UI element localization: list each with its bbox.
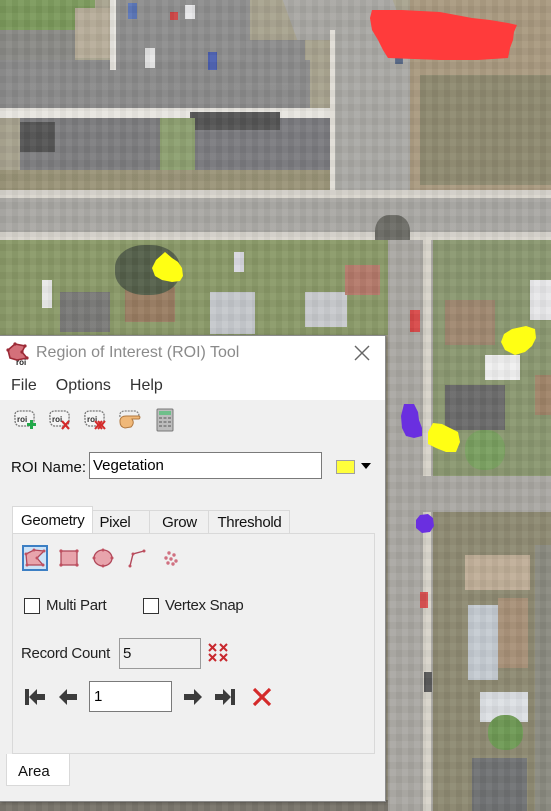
- delete-roi-button[interactable]: roi: [47, 407, 73, 433]
- svg-text:roi: roi: [16, 358, 26, 366]
- roi-name-input[interactable]: [89, 452, 322, 479]
- rectangle-icon: [59, 549, 79, 567]
- window-title: Region of Interest (ROI) Tool: [36, 344, 240, 361]
- geometry-tools: [22, 545, 184, 571]
- polygon-icon: [24, 548, 46, 567]
- menu-file[interactable]: File: [11, 377, 37, 395]
- vertex-snap-label: Vertex Snap: [165, 597, 244, 614]
- point-tool[interactable]: [158, 545, 184, 571]
- tab-geometry[interactable]: Geometry: [12, 506, 94, 533]
- record-count-field: [119, 638, 201, 669]
- roi-name-row: ROI Name:: [0, 452, 385, 484]
- rectangle-tool[interactable]: [56, 545, 82, 571]
- geometry-panel: Multi Part Vertex Snap Record Count: [12, 533, 375, 754]
- delete-record-icon[interactable]: [250, 686, 274, 708]
- roi-color-swatch[interactable]: [336, 460, 355, 474]
- points-icon: [164, 551, 178, 566]
- chevron-down-icon[interactable]: [361, 463, 371, 469]
- statistics-button[interactable]: [152, 407, 178, 433]
- ellipse-tool[interactable]: [90, 545, 116, 571]
- roi-add-icon: roi: [14, 410, 36, 429]
- svg-text:roi: roi: [17, 415, 27, 424]
- roi-delete-icon: roi: [49, 410, 70, 430]
- roi-polygon-purple[interactable]: [401, 404, 422, 438]
- roi-polygon-yellow[interactable]: [428, 423, 460, 452]
- menu-options[interactable]: Options: [56, 377, 111, 395]
- tab-pixel[interactable]: Pixel: [92, 510, 151, 533]
- vertex-snap-row: Vertex Snap: [143, 597, 244, 614]
- svg-text:roi: roi: [52, 415, 62, 424]
- multi-part-label: Multi Part: [46, 597, 107, 614]
- menu-bar: File Options Help: [0, 372, 385, 400]
- vertex-snap-checkbox[interactable]: [143, 597, 159, 614]
- roi-polygon-yellow[interactable]: [501, 326, 536, 355]
- calculator-icon: [156, 408, 174, 432]
- pointing-hand-icon: [119, 410, 141, 429]
- goto-roi-button[interactable]: [117, 407, 143, 433]
- tab-grow[interactable]: Grow: [149, 510, 210, 533]
- roi-polygon-purple[interactable]: [416, 514, 434, 533]
- next-record-icon[interactable]: [180, 686, 204, 708]
- last-record-icon[interactable]: [213, 686, 237, 708]
- menu-help[interactable]: Help: [130, 377, 163, 395]
- ellipse-icon: [92, 548, 114, 568]
- record-navigator: [23, 681, 363, 713]
- polyline-tool[interactable]: [124, 545, 150, 571]
- multi-part-row: Multi Part: [24, 597, 107, 614]
- polyline-icon: [128, 549, 146, 568]
- roi-delete-all-icon: roi: [84, 410, 106, 430]
- previous-record-icon[interactable]: [57, 686, 81, 708]
- tab-strip: Geometry Pixel Grow Threshold: [12, 506, 291, 533]
- roi-name-label: ROI Name:: [11, 459, 87, 476]
- tab-area[interactable]: Area: [6, 754, 70, 786]
- roi-tool-icon: roi: [6, 342, 29, 366]
- close-icon[interactable]: [351, 342, 373, 364]
- delete-all-records-icon[interactable]: [207, 642, 231, 664]
- roi-tool-dialog: roi Region of Interest (ROI) Tool File O…: [0, 335, 386, 802]
- polygon-tool[interactable]: [22, 545, 48, 571]
- roi-polygon-red[interactable]: [370, 10, 517, 60]
- multi-part-checkbox[interactable]: [24, 597, 40, 614]
- roi-polygon-yellow[interactable]: [152, 252, 183, 282]
- toolbar: roi roi roi: [0, 400, 385, 440]
- current-record-input[interactable]: [89, 681, 172, 712]
- first-record-icon[interactable]: [23, 686, 47, 708]
- new-roi-button[interactable]: roi: [12, 407, 38, 433]
- tab-threshold[interactable]: Threshold: [208, 510, 291, 533]
- title-bar[interactable]: roi Region of Interest (ROI) Tool: [0, 336, 385, 372]
- delete-all-roi-button[interactable]: roi: [82, 407, 108, 433]
- record-count-label: Record Count: [21, 645, 110, 662]
